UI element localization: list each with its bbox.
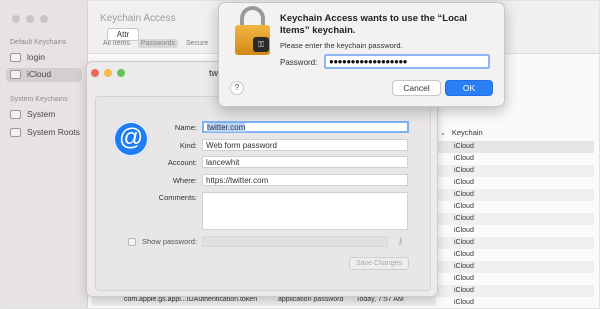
sidebar: Default Keychains login iCloud System Ke… <box>1 1 88 308</box>
name-label: Name: <box>174 123 197 132</box>
cancel-button[interactable]: Cancel <box>392 80 441 96</box>
keychain-cell[interactable]: iCloud <box>436 201 594 213</box>
minimize-button[interactable] <box>26 15 34 23</box>
column-header-label: Keychain <box>451 128 483 137</box>
dialog-message: Please enter the keychain password. <box>280 41 403 50</box>
keychain-icon <box>10 128 21 137</box>
keychain-cell[interactable]: iCloud <box>436 177 594 189</box>
tab-passwords[interactable]: Passwords <box>137 39 179 48</box>
sidebar-item-system[interactable]: System <box>6 108 82 122</box>
show-password-label: Show password: <box>142 237 198 246</box>
sidebar-item-label: System <box>27 109 56 119</box>
sidebar-item-label: iCloud <box>27 69 52 79</box>
comments-field[interactable] <box>202 192 408 230</box>
password-field <box>202 236 388 247</box>
zoom-button[interactable] <box>117 69 125 77</box>
keychain-column-header[interactable]: ⌄ Keychain <box>440 128 483 137</box>
account-label: Account: <box>167 158 197 167</box>
keychain-cell[interactable]: iCloud <box>436 141 594 153</box>
keychain-cell[interactable]: iCloud <box>436 297 594 309</box>
sidebar-item-label: System Roots <box>27 127 80 137</box>
default-keychains-heading: Default Keychains <box>10 39 67 46</box>
detail-title: tw <box>209 68 218 78</box>
keychain-cell[interactable]: iCloud <box>436 225 594 237</box>
sidebar-item-login[interactable]: login <box>6 51 82 65</box>
system-keychains-heading: System Keychains <box>10 96 68 103</box>
keychain-cell[interactable]: iCloud <box>436 165 594 177</box>
keychain-icon <box>10 110 21 119</box>
minimize-button[interactable] <box>104 69 112 77</box>
help-button[interactable]: ? <box>230 81 244 95</box>
sidebar-item-icloud[interactable]: iCloud <box>6 68 82 82</box>
tab-secure-notes[interactable]: Secure <box>183 39 211 48</box>
ok-button[interactable]: OK <box>445 80 493 96</box>
zoom-button[interactable] <box>40 15 48 23</box>
keychain-cell[interactable]: iCloud <box>436 273 594 285</box>
dialog-title: Keychain Access wants to use the “Local … <box>280 13 468 36</box>
keychain-cell[interactable]: iCloud <box>436 261 594 273</box>
window-title: Keychain Access <box>100 13 176 24</box>
tab-attributes[interactable]: Attr <box>107 28 139 41</box>
cloud-icon <box>10 70 21 79</box>
key-icon[interactable]: ⚷ <box>397 236 404 247</box>
comments-label: Comments: <box>158 193 197 202</box>
keychain-cell[interactable]: iCloud <box>436 189 594 201</box>
chevron-down-icon: ⌄ <box>440 130 446 137</box>
where-label: Where: <box>172 176 197 185</box>
password-input[interactable]: ●●●●●●●●●●●●●●●●●● <box>324 54 490 69</box>
keychain-cell[interactable]: iCloud <box>436 237 594 249</box>
close-button[interactable] <box>12 15 20 23</box>
keychain-cell[interactable]: iCloud <box>436 213 594 225</box>
keychain-cell[interactable]: iCloud <box>436 285 594 297</box>
kind-label: Kind: <box>179 141 197 150</box>
keychain-icon <box>10 53 21 62</box>
name-field[interactable]: twitter.com <box>202 121 409 133</box>
kind-field[interactable]: Web form password <box>202 139 408 151</box>
save-changes-button[interactable]: Save Changes <box>349 257 409 270</box>
keychain-cell[interactable]: iCloud <box>436 249 594 261</box>
sidebar-item-label: login <box>27 52 45 62</box>
keychain-cell[interactable]: iCloud <box>436 153 594 165</box>
name-value: twitter.com <box>207 123 246 132</box>
where-field[interactable]: https://twitter.com <box>202 174 408 186</box>
sidebar-item-system-roots[interactable]: System Roots <box>6 126 82 140</box>
keychain-access-app-icon: ⚿ <box>253 37 269 52</box>
close-button[interactable] <box>91 69 99 77</box>
account-field[interactable]: lancewhit <box>202 156 408 168</box>
show-password-checkbox[interactable] <box>128 238 136 246</box>
password-label: Password: <box>280 58 318 67</box>
